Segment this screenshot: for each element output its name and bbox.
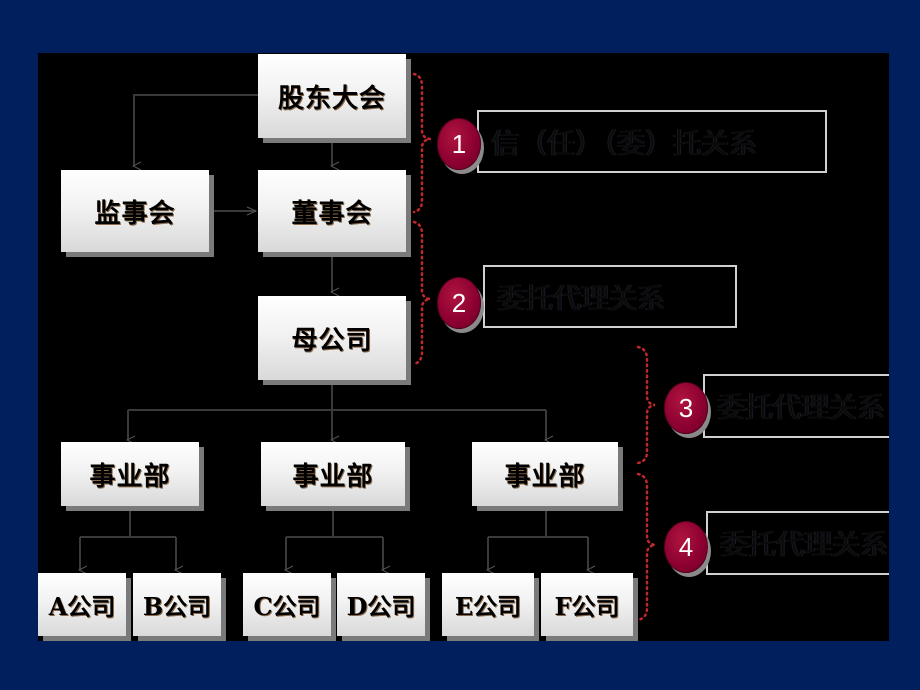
relation-badge-2: 2 bbox=[437, 277, 481, 329]
subsidiary-box: A公司 bbox=[38, 573, 126, 636]
relation-badge-3: 3 bbox=[664, 382, 708, 434]
subsidiary-box: F公司 bbox=[541, 573, 633, 636]
parent-company-box: 母公司 bbox=[258, 296, 406, 380]
relation-label-3: 委托代理关系 bbox=[703, 374, 889, 438]
shareholders-meeting-box: 股东大会 bbox=[258, 54, 406, 138]
relation-label-2: 委托代理关系 bbox=[483, 265, 737, 328]
division-box: 事业部 bbox=[61, 442, 199, 506]
board-of-directors-box: 董事会 bbox=[258, 170, 406, 252]
relation-badge-4: 4 bbox=[664, 521, 708, 573]
supervisory-board-box: 监事会 bbox=[61, 170, 209, 252]
relation-label-4: 委托代理关系 bbox=[706, 511, 889, 575]
subsidiary-box: D公司 bbox=[337, 573, 425, 636]
subsidiary-box: E公司 bbox=[442, 573, 534, 636]
division-box: 事业部 bbox=[472, 442, 618, 506]
subsidiary-box: C公司 bbox=[243, 573, 331, 636]
division-box: 事业部 bbox=[261, 442, 405, 506]
subsidiary-box: B公司 bbox=[133, 573, 221, 636]
relation-badge-1: 1 bbox=[437, 118, 481, 170]
relation-label-1: 信（任）（委）托关系 bbox=[477, 110, 827, 173]
